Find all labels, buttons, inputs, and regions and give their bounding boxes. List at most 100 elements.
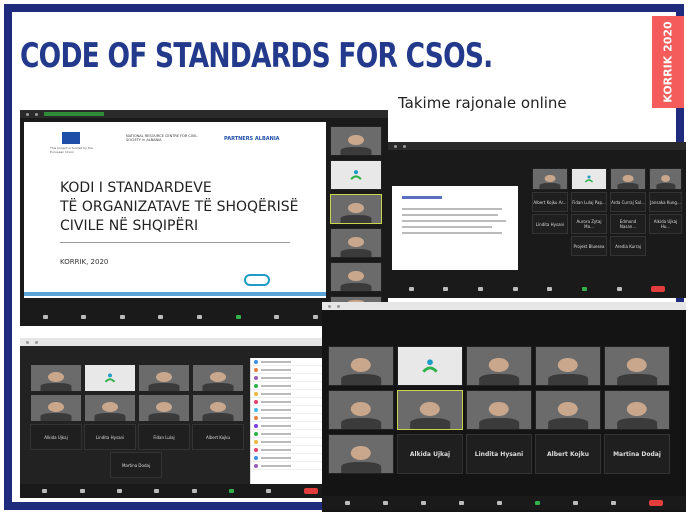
- participant-name-tile[interactable]: Alkida Ujkaj: [30, 424, 82, 450]
- zoom-titlebar: [322, 302, 686, 310]
- zoom-shot-gallery-left: Alkida Ujkaj Lindita Hysani Fidan Lulaj …: [20, 338, 340, 498]
- participant-name-tile[interactable]: Jansaka Kung...: [649, 192, 682, 212]
- record-icon[interactable]: [266, 489, 272, 493]
- participant-name-tile[interactable]: Fidan Lulaj Pap...: [571, 192, 607, 212]
- participant-tile[interactable]: [84, 364, 136, 392]
- record-icon[interactable]: [274, 315, 280, 319]
- eina-logo: [244, 274, 270, 286]
- participants-icon[interactable]: [512, 287, 518, 291]
- participant-name-tile[interactable]: Martina Dodaj: [604, 434, 670, 474]
- share-screen-icon[interactable]: [235, 315, 241, 319]
- chat-icon[interactable]: [496, 501, 502, 505]
- participant-tile[interactable]: [328, 346, 394, 386]
- participant-thumb[interactable]: [330, 228, 382, 258]
- participants-icon[interactable]: [458, 501, 464, 505]
- eu-flag-icon: [62, 132, 80, 144]
- participant-tile[interactable]: [30, 364, 82, 392]
- participant-tile[interactable]: [328, 434, 394, 474]
- frame-top-border: [4, 4, 684, 12]
- participant-name-tile[interactable]: Albert Kojku Ar...: [532, 192, 568, 212]
- participant-name-tile[interactable]: Arda Curraj Sal...: [610, 192, 646, 212]
- participants-icon[interactable]: [154, 489, 160, 493]
- security-icon[interactable]: [478, 287, 484, 291]
- zoom-shot-gallery-right: Alkida Ujkaj Lindita Hysani Albert Kojku…: [322, 302, 686, 512]
- shared-document: [392, 186, 518, 270]
- chat-icon[interactable]: [191, 489, 197, 493]
- participant-tile[interactable]: [138, 364, 190, 392]
- frame-left-border: [4, 4, 12, 510]
- chat-icon[interactable]: [196, 315, 202, 319]
- participant-tile[interactable]: [328, 390, 394, 430]
- participant-name-tile[interactable]: Albert Kojku: [192, 424, 244, 450]
- participant-tile[interactable]: [466, 346, 532, 386]
- participant-thumb[interactable]: [330, 194, 382, 224]
- chat-icon[interactable]: [547, 287, 553, 291]
- participant-tile[interactable]: [649, 168, 682, 190]
- video-icon[interactable]: [79, 489, 85, 493]
- participant-tile[interactable]: [192, 364, 244, 392]
- date-badge: KORRIK 2020: [652, 16, 684, 108]
- participant-name-tile[interactable]: Aredia Kurraj: [610, 236, 646, 256]
- participant-tile[interactable]: [604, 390, 670, 430]
- participant-tile[interactable]: [466, 390, 532, 430]
- participant-tile[interactable]: [535, 346, 601, 386]
- participant-tile[interactable]: [138, 394, 190, 422]
- participants-icon[interactable]: [158, 315, 164, 319]
- participant-tile[interactable]: [84, 394, 136, 422]
- participant-name-tile[interactable]: Alkida Ujkaj: [397, 434, 463, 474]
- security-icon[interactable]: [420, 501, 426, 505]
- participant-tile[interactable]: [192, 394, 244, 422]
- participant-name-tile[interactable]: Lindita Hysani: [466, 434, 532, 474]
- mute-icon[interactable]: [42, 489, 48, 493]
- zoom-shot-presentation: This project is funded by the European U…: [20, 110, 388, 326]
- participant-tile[interactable]: [571, 168, 607, 190]
- reactions-icon[interactable]: [611, 501, 617, 505]
- document-text-line: [402, 232, 502, 234]
- video-icon[interactable]: [443, 287, 449, 291]
- security-icon[interactable]: [116, 489, 122, 493]
- participant-tile[interactable]: [30, 394, 82, 422]
- share-screen-icon[interactable]: [581, 287, 587, 291]
- participant-tile[interactable]: [397, 346, 463, 386]
- organization-logo-icon: [104, 373, 116, 383]
- participant-name-tile[interactable]: Albert Kojku: [535, 434, 601, 474]
- participant-name-tile[interactable]: Projekt Bluesea: [571, 236, 607, 256]
- mute-icon[interactable]: [408, 287, 414, 291]
- participant-thumb[interactable]: [330, 160, 382, 190]
- participant-name-tile[interactable]: Aurora Zytaj Ma...: [571, 214, 607, 234]
- zoom-titlebar: [20, 338, 340, 346]
- mute-icon[interactable]: [42, 315, 48, 319]
- zoom-controls: [322, 496, 686, 510]
- participant-thumb[interactable]: [330, 126, 382, 156]
- participant-name-tile[interactable]: Alkida Ujkaj Hu...: [649, 214, 682, 234]
- security-icon[interactable]: [119, 315, 125, 319]
- participant-name-tile[interactable]: Lindita Hysani: [84, 424, 136, 450]
- mute-icon[interactable]: [344, 501, 350, 505]
- participant-tile[interactable]: [535, 390, 601, 430]
- participant-name-tile[interactable]: Edmond Nasan...: [610, 214, 646, 234]
- video-icon[interactable]: [382, 501, 388, 505]
- end-meeting-button[interactable]: [303, 488, 318, 494]
- participant-tile[interactable]: [532, 168, 568, 190]
- share-screen-icon[interactable]: [229, 489, 235, 493]
- share-screen-icon[interactable]: [535, 501, 541, 505]
- participant-tile[interactable]: [604, 346, 670, 386]
- end-meeting-button[interactable]: [651, 286, 666, 292]
- participant-tile[interactable]: [610, 168, 646, 190]
- participant-name-tile[interactable]: Lindita Hysani: [532, 214, 568, 234]
- presentation-bottom-rule: [24, 292, 326, 296]
- end-meeting-button[interactable]: [649, 500, 664, 506]
- reactions-icon[interactable]: [312, 315, 318, 319]
- zoom-controls: [20, 484, 340, 498]
- participant-thumb[interactable]: [330, 262, 382, 292]
- zoom-controls: [388, 282, 686, 296]
- document-text-line: [402, 208, 502, 210]
- video-icon[interactable]: [81, 315, 87, 319]
- presentation-divider: [60, 242, 290, 243]
- record-icon[interactable]: [573, 501, 579, 505]
- participant-name-tile[interactable]: Fidan Lulaj: [138, 424, 190, 450]
- nrc-logo-text: NATIONAL RESOURCE CENTRE FOR CIVIL SOCIE…: [126, 134, 198, 142]
- participant-tile[interactable]: [397, 390, 463, 430]
- record-icon[interactable]: [616, 287, 622, 291]
- participant-name-tile[interactable]: Martina Dodaj: [110, 452, 162, 478]
